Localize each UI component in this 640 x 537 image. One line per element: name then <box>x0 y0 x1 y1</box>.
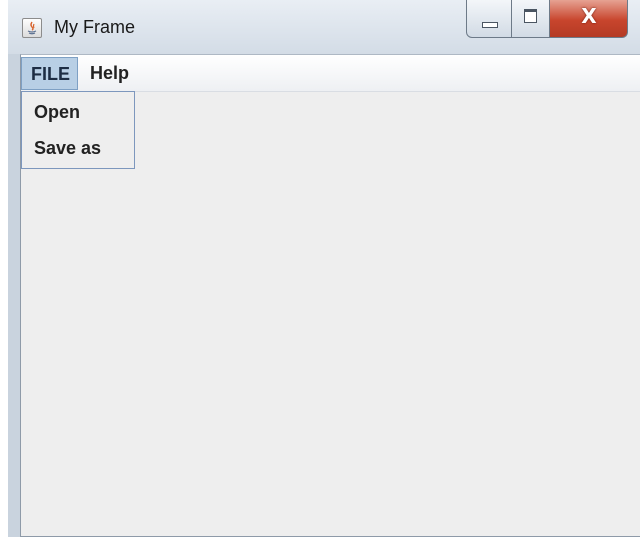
content-pane: FILE Help Open Save as <box>20 54 640 537</box>
app-window: My Frame X FILE Help Open Save as <box>8 0 640 537</box>
maximize-button[interactable] <box>512 0 550 38</box>
minimize-button[interactable] <box>466 0 512 38</box>
minimize-icon <box>482 22 498 28</box>
maximize-icon <box>524 9 537 23</box>
close-button[interactable]: X <box>550 0 628 38</box>
menu-bar: FILE Help <box>21 55 640 92</box>
menu-help[interactable]: Help <box>81 57 141 90</box>
close-icon: X <box>581 4 597 28</box>
menu-item-save-as[interactable]: Save as <box>34 138 101 159</box>
window-title: My Frame <box>54 17 135 37</box>
title-bar[interactable]: My Frame X <box>8 0 640 54</box>
window-controls: X <box>466 0 628 40</box>
java-icon[interactable] <box>22 18 42 38</box>
file-dropdown-menu: Open Save as <box>21 91 135 169</box>
menu-item-open[interactable]: Open <box>34 102 80 123</box>
menu-file[interactable]: FILE <box>21 57 78 90</box>
